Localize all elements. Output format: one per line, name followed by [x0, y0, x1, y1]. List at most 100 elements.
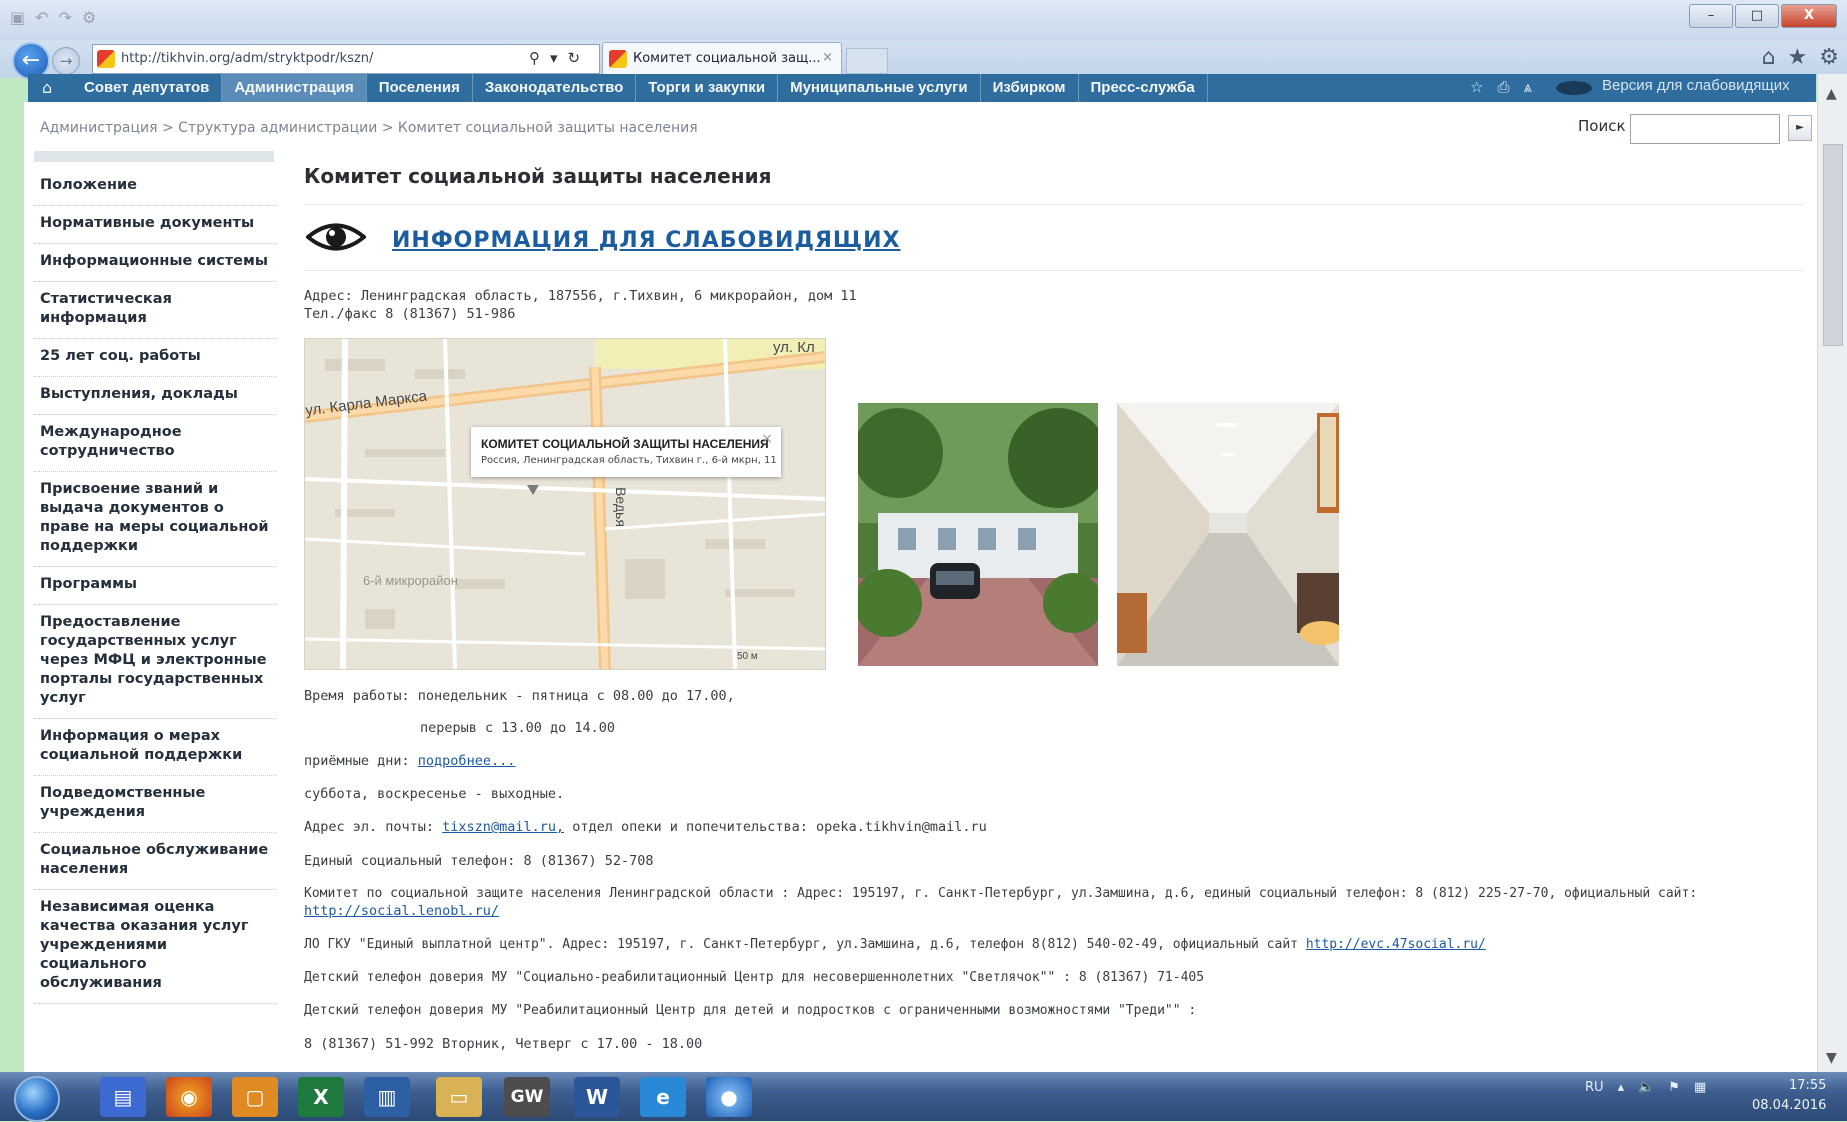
site-menu: Совет депутатов Администрация Поселения Зак…	[72, 74, 1208, 102]
tools-icon[interactable]: ⚙	[82, 8, 96, 32]
flag-icon[interactable]: ⚑	[1668, 1080, 1680, 1095]
file-explorer-icon[interactable]: ▭	[436, 1077, 482, 1117]
site-nav-item[interactable]: Совет депутатов	[72, 74, 223, 102]
sidebar-item[interactable]: Независимая оценка качества оказания усл…	[34, 890, 276, 1004]
payment-center-line: ЛО ГКУ "Единый выплатной центр". Адрес: …	[304, 937, 1486, 952]
social-phone: Единый социальный телефон: 8 (81367) 52-…	[304, 853, 654, 869]
sidebar-header-bar	[34, 151, 274, 162]
start-button[interactable]	[14, 1076, 60, 1122]
sidebar-item[interactable]: Информационные системы	[34, 244, 276, 282]
map-balloon[interactable]: КОМИТЕТ СОЦИАЛЬНОЙ ЗАЩИТЫ НАСЕЛЕНИЯ Росс…	[471, 427, 781, 477]
internet-explorer-icon[interactable]: e	[640, 1077, 686, 1117]
forward-button[interactable]: →	[52, 47, 80, 75]
favorites-star-icon[interactable]: ★	[1788, 45, 1808, 70]
window-controls: – □ X	[1689, 4, 1837, 28]
location-map[interactable]: ул. Карла Маркса ул. Кл Ведья 6-й микрор…	[304, 338, 826, 670]
sitemap-icon[interactable]: ⩓	[1523, 78, 1531, 96]
site-nav-item[interactable]: Избирком	[981, 74, 1079, 102]
redo-icon[interactable]: ↷	[59, 8, 72, 32]
excel-icon[interactable]: X	[298, 1077, 344, 1117]
sidebar-item[interactable]: Положение	[34, 168, 276, 206]
address-bar[interactable]: http://tikhvin.org/adm/stryktpodr/kszn/ …	[92, 44, 600, 74]
reception-more-link[interactable]: подробнее...	[418, 753, 516, 769]
search-icon[interactable]: ⚲	[529, 49, 540, 67]
close-button[interactable]: X	[1781, 4, 1837, 28]
social-lenobl-link[interactable]: http://social.lenobl.ru/	[304, 903, 499, 919]
gw-app-icon[interactable]: GW	[504, 1077, 550, 1117]
save-icon[interactable]: ▣	[10, 8, 25, 32]
email-label: Адрес эл. почты:	[304, 819, 443, 835]
site-home-icon[interactable]: ⌂	[42, 78, 52, 97]
minimize-button[interactable]: –	[1689, 4, 1733, 28]
weekend-text: суббота, воскресенье - выходные.	[304, 786, 565, 802]
site-nav-item[interactable]: Торги и закупки	[636, 74, 779, 102]
evc-link[interactable]: http://evc.47social.ru/	[1306, 937, 1486, 952]
site-main-nav: ⌂ Совет депутатов Администрация Поселения З…	[28, 74, 1816, 102]
dropdown-icon[interactable]: ▾	[550, 49, 558, 67]
site-nav-item[interactable]: Администрация	[222, 74, 367, 102]
scroll-up-arrow-icon[interactable]: ▲	[1826, 86, 1837, 102]
close-icon[interactable]: ×	[761, 431, 773, 447]
sidebar-item[interactable]: Подведомственные учреждения	[34, 776, 276, 833]
firefox-icon[interactable]: ◉	[166, 1077, 212, 1117]
volume-icon[interactable]: 🔈	[1638, 1080, 1654, 1095]
browser-tab[interactable]: Комитет социальной защ... ×	[602, 42, 842, 75]
page-title: Комитет социальной защиты населения	[304, 164, 772, 188]
site-nav-item[interactable]: Поселения	[367, 74, 473, 102]
save-app-icon[interactable]: ▤	[100, 1077, 146, 1117]
sidebar-item[interactable]: Присвоение званий и выдача документов о …	[34, 472, 276, 567]
street-label: ул. Кл	[773, 339, 815, 356]
language-indicator[interactable]: RU	[1585, 1080, 1604, 1095]
reception-days: приёмные дни: подробнее...	[304, 753, 515, 769]
email-link[interactable]: tixszn@mail.ru,	[442, 819, 564, 835]
sidebar-item[interactable]: Социальное обслуживание населения	[34, 833, 276, 890]
payment-center-text: ЛО ГКУ "Единый выплатной центр". Адрес: …	[304, 937, 1306, 952]
maximize-button[interactable]: □	[1735, 4, 1779, 28]
site-nav-item[interactable]: Муниципальные услуги	[778, 74, 981, 102]
map-balloon-title: КОМИТЕТ СОЦИАЛЬНОЙ ЗАЩИТЫ НАСЕЛЕНИЯ	[481, 437, 769, 451]
new-tab-button[interactable]	[846, 48, 888, 74]
sidebar-item[interactable]: Статистическая информация	[34, 282, 276, 339]
sidebar-item[interactable]: Предоставление государственных услуг чер…	[34, 605, 276, 719]
clock[interactable]: 17:55 08.04.2016	[1752, 1076, 1826, 1116]
visually-impaired-version-link[interactable]: Версия для слабовидящих	[1602, 77, 1790, 94]
site-nav-item[interactable]: Законодательство	[473, 74, 637, 102]
home-icon[interactable]: ⌂	[1762, 45, 1776, 70]
search-submit-button[interactable]: ►	[1788, 115, 1812, 141]
word-icon[interactable]: W	[574, 1077, 620, 1117]
sidebar-item[interactable]: Международное сотрудничество	[34, 415, 276, 472]
map-streets	[305, 339, 825, 669]
search-input[interactable]	[1630, 114, 1780, 144]
scroll-down-arrow-icon[interactable]: ▼	[1826, 1050, 1837, 1066]
sidebar-item[interactable]: Программы	[34, 567, 276, 605]
bookmark-star-icon[interactable]: ☆	[1470, 78, 1483, 96]
building-exterior-photo[interactable]	[858, 403, 1098, 666]
sidebar-item[interactable]: Выступления, доклады	[34, 377, 276, 415]
url-text[interactable]: http://tikhvin.org/adm/stryktpodr/kszn/	[121, 51, 373, 66]
tab-close-icon[interactable]: ×	[822, 50, 833, 65]
tray-arrow-icon[interactable]: ▴	[1618, 1080, 1625, 1095]
low-vision-eye-icon[interactable]	[1556, 81, 1592, 95]
clock-date: 08.04.2016	[1752, 1098, 1827, 1113]
browser-commands: ⌂ ★ ⚙	[1762, 45, 1839, 70]
corridor-interior-photo[interactable]	[1117, 403, 1339, 666]
refresh-icon[interactable]: ↻	[568, 49, 581, 67]
scroll-thumb[interactable]	[1823, 144, 1843, 346]
globe-icon[interactable]: ●	[706, 1077, 752, 1117]
map-scale: 50 м	[737, 651, 758, 662]
network-icon[interactable]: ▥	[364, 1077, 410, 1117]
network-tray-icon[interactable]: ▦	[1694, 1080, 1706, 1095]
site-nav-item[interactable]: Пресс-служба	[1079, 74, 1208, 102]
page-scrollbar[interactable]: ▲ ▼	[1817, 74, 1847, 1072]
working-hours: Время работы: понедельник - пятница с 08…	[304, 688, 735, 704]
sidebar-item[interactable]: Информация о мерах социальной поддержки	[34, 719, 276, 776]
address-tools: ⚲ ▾ ↻	[529, 49, 580, 67]
print-icon[interactable]: ⎙	[1497, 78, 1509, 96]
openoffice-icon[interactable]: ▢	[232, 1077, 278, 1117]
sidebar-item[interactable]: Нормативные документы	[34, 206, 276, 244]
visually-impaired-info-link[interactable]: ИНФОРМАЦИЯ ДЛЯ СЛАБОВИДЯЩИХ	[392, 228, 900, 253]
settings-gear-icon[interactable]: ⚙	[1819, 45, 1839, 70]
breadcrumb[interactable]: Администрация > Структура администрации …	[40, 120, 698, 136]
sidebar-item[interactable]: 25 лет соц. работы	[34, 339, 276, 377]
undo-icon[interactable]: ↶	[35, 8, 48, 32]
